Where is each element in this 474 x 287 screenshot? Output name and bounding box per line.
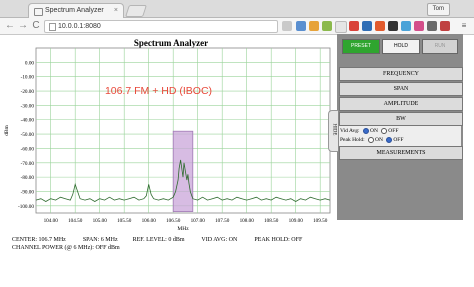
url-text: 10.0.0.1:8080 <box>58 23 101 30</box>
hold-button[interactable]: HOLD <box>382 39 420 54</box>
x-tick-label: 104.50 <box>68 218 83 224</box>
mode-button-row: PRESET HOLD RUN <box>341 39 459 55</box>
extension-icon[interactable] <box>349 21 359 31</box>
vid-avg-label: Vid Avg: <box>340 128 360 134</box>
x-tick-label: 107.50 <box>215 218 230 224</box>
y-axis-label: dBm <box>4 124 10 135</box>
x-tick-label: 107.00 <box>191 218 206 224</box>
bookmark-star-icon[interactable] <box>282 21 292 31</box>
y-tick-label: -30.00 <box>21 103 35 109</box>
frequency-button[interactable]: FREQUENCY <box>339 67 463 81</box>
vid-avg-off-radio[interactable] <box>381 127 388 134</box>
span-button[interactable]: SPAN <box>339 82 463 96</box>
x-tick-label: 104.00 <box>44 218 59 224</box>
status-line-1: CENTER: 106.7 MHz SPAN: 6 MHz REF. LEVEL… <box>12 237 302 243</box>
peak-hold-on-radio[interactable] <box>367 136 374 143</box>
preset-button[interactable]: PRESET <box>342 39 380 54</box>
x-tick-label: 105.00 <box>93 218 108 224</box>
page-icon <box>49 23 56 31</box>
x-tick-label: 109.00 <box>289 218 304 224</box>
forward-icon[interactable]: → <box>17 20 29 32</box>
hide-panel-tab[interactable]: HIDE <box>328 110 338 152</box>
extension-icon[interactable] <box>388 21 398 31</box>
off-label: OFF <box>393 137 404 143</box>
ref-level-status: REF. LEVEL: 0 dBm <box>132 237 185 243</box>
reload-icon[interactable]: C <box>30 20 42 32</box>
vid-avg-status: VID AVG: ON <box>201 237 238 243</box>
measurements-button[interactable]: MEASUREMENTS <box>339 146 463 160</box>
center-status: CENTER: 106.7 MHz <box>12 237 66 243</box>
hide-label: HIDE <box>331 123 337 136</box>
page-icon <box>34 8 43 16</box>
off-label: OFF <box>388 128 399 134</box>
peak-hold-off-radio[interactable] <box>386 136 393 143</box>
y-tick-label: -100.00 <box>18 204 34 210</box>
profile-button[interactable]: Tom <box>426 3 450 16</box>
extension-icon[interactable] <box>440 21 450 31</box>
peak-hold-status: PEAK HOLD: OFF <box>254 237 303 243</box>
extension-icon[interactable] <box>427 21 437 31</box>
back-icon[interactable]: ← <box>4 20 16 32</box>
extension-icon[interactable] <box>322 21 332 31</box>
y-tick-label: -90.00 <box>21 189 35 195</box>
extension-icon[interactable] <box>375 21 385 31</box>
options-panel: Vid Avg: ON OFF Peak Hold: ON OFF <box>339 126 461 146</box>
y-tick-label: -40.00 <box>21 118 35 124</box>
address-bar[interactable]: 10.0.0.1:8080 <box>44 20 278 33</box>
y-tick-label: -60.00 <box>21 146 35 152</box>
y-tick-label: 0.00 <box>25 60 34 66</box>
on-label: ON <box>374 137 383 143</box>
extension-icon[interactable] <box>296 21 306 31</box>
y-tick-label: -80.00 <box>21 175 35 181</box>
channel-power-status: CHANNEL POWER (@ 6 MHz): OFF dBm <box>12 245 120 251</box>
spectrum-chart: 0.00 -10.00 -20.00 -30.00 -40.00 -50.00 -60.00… <box>4 47 331 232</box>
vid-avg-on-radio[interactable] <box>362 127 369 134</box>
peak-hold-row: Peak Hold: ON OFF <box>340 136 403 144</box>
amplitude-button[interactable]: AMPLITUDE <box>339 97 463 111</box>
peak-hold-label: Peak Hold: <box>340 137 365 143</box>
run-button[interactable]: RUN <box>422 39 458 54</box>
vid-avg-row: Vid Avg: ON OFF <box>340 127 398 135</box>
extension-icon[interactable] <box>335 21 347 33</box>
tab-title: Spectrum Analyzer <box>45 7 104 14</box>
x-tick-label: 105.50 <box>117 218 132 224</box>
on-label: ON <box>369 128 378 134</box>
x-tick-label: 108.50 <box>264 218 279 224</box>
span-status: SPAN: 6 MHz <box>82 237 118 243</box>
browser-toolbar: ← → C 10.0.0.1:8080 ≡ <box>0 18 474 35</box>
menu-icon[interactable]: ≡ <box>460 21 468 31</box>
x-axis-label: MHz <box>177 226 189 232</box>
y-tick-label: -70.00 <box>21 161 35 167</box>
extension-icon[interactable] <box>362 21 372 31</box>
new-tab-button[interactable] <box>125 5 147 17</box>
browser-tab-bar: Spectrum Analyzer × Tom <box>0 0 474 18</box>
annotation-label: 106.7 FM + HD (IBOC) <box>105 85 212 97</box>
x-tick-label: 106.00 <box>142 218 157 224</box>
x-tick-label: 108.00 <box>240 218 255 224</box>
y-tick-label: -10.00 <box>21 75 35 81</box>
browser-tab[interactable]: Spectrum Analyzer × <box>28 3 124 18</box>
x-tick-label: 106.50 <box>166 218 181 224</box>
extension-icon[interactable] <box>401 21 411 31</box>
extension-icon[interactable] <box>309 21 319 31</box>
extension-icon[interactable] <box>414 21 424 31</box>
y-tick-label: -20.00 <box>21 89 35 95</box>
y-tick-label: -50.00 <box>21 132 35 138</box>
bw-button[interactable]: BW <box>339 112 463 126</box>
close-tab-icon[interactable]: × <box>114 4 118 18</box>
x-tick-label: 109.50 <box>313 218 328 224</box>
